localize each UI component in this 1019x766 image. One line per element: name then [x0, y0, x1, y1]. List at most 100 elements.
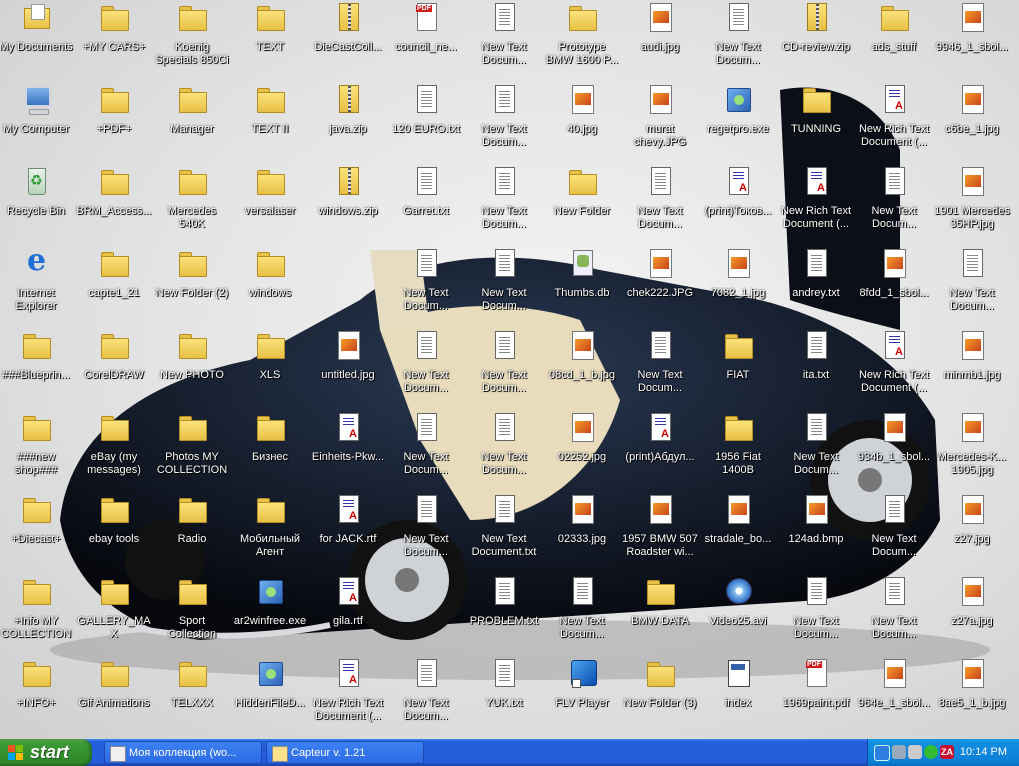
- start-button[interactable]: start: [0, 739, 92, 766]
- desktop-icon-item[interactable]: Мобильный Агент: [231, 492, 309, 572]
- show-hidden-icons-chevron-icon[interactable]: [874, 745, 890, 761]
- desktop-icon-windows-zip[interactable]: windows.zip: [309, 164, 387, 244]
- desktop-icon-new-rich-text-document[interactable]: New Rich Text Document (...: [777, 164, 855, 244]
- desktop-icon-new-text-docum[interactable]: New Text Docum...: [621, 328, 699, 408]
- desktop-icon-8fdd-1-sbol[interactable]: 8fdd_1_sbol...: [855, 246, 933, 326]
- desktop-icon-new-text-docum[interactable]: New Text Docum...: [465, 328, 543, 408]
- desktop-icon-my-cars[interactable]: +MY CARS+: [75, 0, 153, 80]
- desktop-icon-my-documents[interactable]: My Documents: [0, 0, 75, 80]
- taskbar-button-collection[interactable]: Моя коллекция (wo...: [104, 741, 262, 764]
- taskbar-button-capteur[interactable]: Capteur v. 1.21: [266, 741, 424, 764]
- desktop-icon-pdf[interactable]: +PDF+: [75, 82, 153, 162]
- desktop-icon-new-text-docum[interactable]: New Text Docum...: [543, 574, 621, 654]
- desktop-icon-info-my-collection[interactable]: +Info MY COLLECTION+: [0, 574, 75, 654]
- desktop-icon-mercedes-k-1905-jpg[interactable]: Mercedes-K... 1905.jpg: [933, 410, 1011, 490]
- desktop-icon-new-rich-text-document[interactable]: New Rich Text Document (...: [309, 656, 387, 736]
- desktop-icon-diecastcoll[interactable]: DieCastColl...: [309, 0, 387, 80]
- desktop-icon-new-photo[interactable]: New PHOTO: [153, 328, 231, 408]
- desktop-icon-yuk-txt[interactable]: YUK.txt: [465, 656, 543, 736]
- desktop-icon-garret-txt[interactable]: Garret.txt: [387, 164, 465, 244]
- desktop-icon-text-ii[interactable]: TEXT II: [231, 82, 309, 162]
- desktop-icon-new-text-document-txt[interactable]: New Text Document.txt: [465, 492, 543, 572]
- desktop-icon-new-folder-3[interactable]: New Folder (3): [621, 656, 699, 736]
- desktop-icon-new-text-docum[interactable]: New Text Docum...: [387, 410, 465, 490]
- desktop-icon-new-text-docum[interactable]: New Text Docum...: [387, 492, 465, 572]
- desktop-icon-java-zip[interactable]: java.zip: [309, 82, 387, 162]
- desktop-icon-item[interactable]: Бизнес: [231, 410, 309, 490]
- desktop-icon-gila-rtf[interactable]: gila.rtf: [309, 574, 387, 654]
- desktop-icon-new-text-docum[interactable]: New Text Docum...: [855, 574, 933, 654]
- clock[interactable]: 10:14 PM: [960, 739, 1007, 766]
- desktop-icon-z27-jpg[interactable]: z27.jpg: [933, 492, 1011, 572]
- desktop-icon-mercedes-540k[interactable]: Mercedes 540K: [153, 164, 231, 244]
- desktop-icon-new-rich-text-document[interactable]: New Rich Text Document (...: [855, 82, 933, 162]
- desktop-icon-934b-1-sbol[interactable]: 934b_1_sbol...: [855, 410, 933, 490]
- desktop-icon-08cd-1-b-jpg[interactable]: 08cd_1_b.jpg: [543, 328, 621, 408]
- desktop-icon-120-euro-txt[interactable]: 120 EURO.txt: [387, 82, 465, 162]
- desktop-icon-print[interactable]: (print)Токов...: [699, 164, 777, 244]
- desktop-icon-bmw-data[interactable]: BMW DATA: [621, 574, 699, 654]
- desktop-icon-diecast[interactable]: +Diecast+: [0, 492, 75, 572]
- desktop-icon-new-folder[interactable]: New Folder: [543, 164, 621, 244]
- desktop-icon-1957-bmw-507-roadster-wi[interactable]: 1957 BMW 507 Roadster wi...: [621, 492, 699, 572]
- desktop-icon-ebay-my-messages[interactable]: eBay (my messages): [75, 410, 153, 490]
- desktop-icon-1969paint-pdf[interactable]: 1969paint.pdf: [777, 656, 855, 736]
- desktop-icon-problem-txt[interactable]: PROBLEM.txt: [465, 574, 543, 654]
- desktop-icon-new-shop[interactable]: ###new shop###: [0, 410, 75, 490]
- desktop-icon-02252-jpg[interactable]: 02252.jpg: [543, 410, 621, 490]
- desktop-icon-for-jack-rtf[interactable]: for JACK.rtf: [309, 492, 387, 572]
- desktop[interactable]: My Documents My Computer Recycle Bin Intern…: [0, 0, 1019, 739]
- desktop-icon-info[interactable]: +INFO+: [0, 656, 75, 736]
- desktop-icon-index[interactable]: index: [699, 656, 777, 736]
- desktop-icon-untitled-jpg[interactable]: untitled.jpg: [309, 328, 387, 408]
- desktop-icon-thumbs-db[interactable]: Thumbs.db: [543, 246, 621, 326]
- desktop-icon-tunning[interactable]: TUNNING: [777, 82, 855, 162]
- desktop-icon-prototype-bmw-1600-p[interactable]: Prototype BMW 1600 P...: [543, 0, 621, 80]
- desktop-icon-7082-1-jpg[interactable]: 7082_1.jpg: [699, 246, 777, 326]
- desktop-icon-z27a-jpg[interactable]: z27a.jpg: [933, 574, 1011, 654]
- desktop-icon-fiat[interactable]: FIAT: [699, 328, 777, 408]
- desktop-icon-new-text-docum[interactable]: New Text Docum...: [855, 492, 933, 572]
- desktop-icon-964e-1-sbol[interactable]: 964e_1_sbol...: [855, 656, 933, 736]
- desktop-icon-my-computer[interactable]: My Computer: [0, 82, 75, 162]
- desktop-icon-video25-avi[interactable]: Video25.avi: [699, 574, 777, 654]
- desktop-icon-council-ne[interactable]: council_ne...: [387, 0, 465, 80]
- desktop-icon-chek222-jpg[interactable]: chek222.JPG: [621, 246, 699, 326]
- desktop-icon-ita-txt[interactable]: ita.txt: [777, 328, 855, 408]
- desktop-icon-new-text-docum[interactable]: New Text Docum...: [465, 410, 543, 490]
- desktop-icon-new-text-docum[interactable]: New Text Docum...: [777, 410, 855, 490]
- desktop-icon-c6be-1-jpg[interactable]: c6be_1.jpg: [933, 82, 1011, 162]
- desktop-icon-40-jpg[interactable]: 40.jpg: [543, 82, 621, 162]
- desktop-icon-new-text-docum[interactable]: New Text Docum...: [465, 0, 543, 80]
- desktop-icon-flv-player[interactable]: FLV Player: [543, 656, 621, 736]
- desktop-icon-ads-stuff[interactable]: ads_stuff: [855, 0, 933, 80]
- desktop-icon-brm-access[interactable]: BRM_Access...: [75, 164, 153, 244]
- desktop-icon-124ad-bmp[interactable]: 124ad.bmp: [777, 492, 855, 572]
- zonealarm-icon[interactable]: ZA: [940, 745, 954, 759]
- desktop-icon-new-text-docum[interactable]: New Text Docum...: [855, 164, 933, 244]
- desktop-icon-blueprin[interactable]: ###Blueprin...: [0, 328, 75, 408]
- desktop-icon-9946-1-sbol[interactable]: 9946_1_sbol...: [933, 0, 1011, 80]
- desktop-icon-ar2winfree-exe[interactable]: ar2winfree.exe: [231, 574, 309, 654]
- desktop-icon-telxxx[interactable]: TELXXX: [153, 656, 231, 736]
- desktop-icon-sport-collection[interactable]: Sport Collection: [153, 574, 231, 654]
- desktop-icon-8ae5-1-b-jpg[interactable]: 8ae5_1_b.jpg: [933, 656, 1011, 736]
- desktop-icon-regetpro-exe[interactable]: regetpro.exe: [699, 82, 777, 162]
- desktop-icon-andrey-txt[interactable]: andrey.txt: [777, 246, 855, 326]
- desktop-icon-new-text-docum[interactable]: New Text Docum...: [699, 0, 777, 80]
- desktop-icon-radio[interactable]: Radio: [153, 492, 231, 572]
- safely-remove-hardware-icon[interactable]: [892, 745, 906, 759]
- desktop-icon-new-text-docum[interactable]: New Text Docum...: [387, 328, 465, 408]
- desktop-icon-new-text-docum[interactable]: New Text Docum...: [621, 164, 699, 244]
- desktop-icon-print[interactable]: (print)Абдул...: [621, 410, 699, 490]
- desktop-icon-ebay-tools[interactable]: ebay tools: [75, 492, 153, 572]
- desktop-icon-new-text-docum[interactable]: New Text Docum...: [465, 82, 543, 162]
- desktop-icon-murat-chevy-jpg[interactable]: murat chevy.JPG: [621, 82, 699, 162]
- desktop-icon-new-text-docum[interactable]: New Text Docum...: [387, 656, 465, 736]
- network-icon[interactable]: [908, 745, 922, 759]
- desktop-icon-photos-my-collection[interactable]: Photos MY COLLECTION: [153, 410, 231, 490]
- desktop-icon-manager[interactable]: Manager: [153, 82, 231, 162]
- desktop-icon-02333-jpg[interactable]: 02333.jpg: [543, 492, 621, 572]
- desktop-icon-windows[interactable]: windows: [231, 246, 309, 326]
- desktop-icon-internet-explorer[interactable]: Internet Explorer: [0, 243, 75, 326]
